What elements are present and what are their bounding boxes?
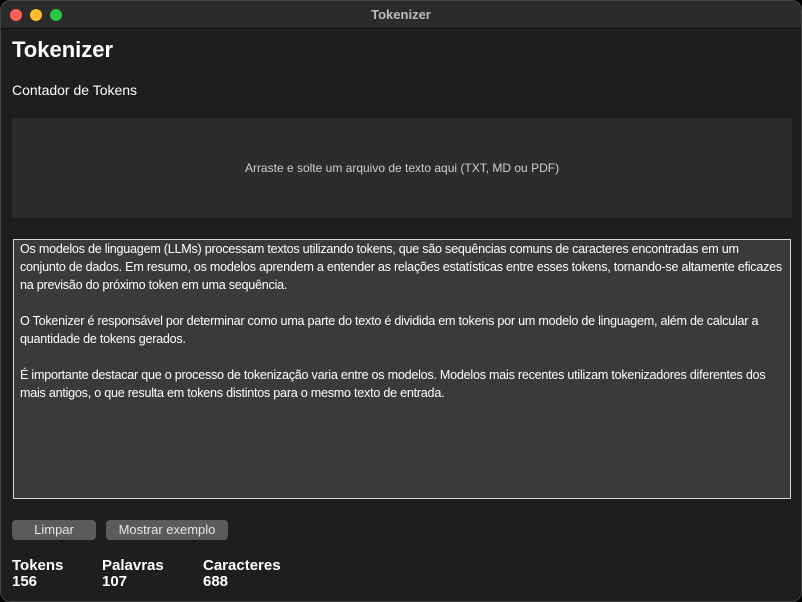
app-window: Tokenizer Tokenizer Contador de Tokens A…	[0, 0, 802, 602]
text-paragraph: É importante destacar que o processo de …	[20, 368, 766, 400]
page-subtitle: Contador de Tokens	[12, 82, 138, 98]
minimize-window-button[interactable]	[30, 9, 42, 21]
text-input-area[interactable]: Os modelos de linguagem (LLMs) processam…	[13, 239, 791, 499]
stat-value: 688	[203, 573, 229, 590]
text-paragraph: Os modelos de linguagem (LLMs) processam…	[20, 242, 782, 292]
show-example-button[interactable]: Mostrar exemplo	[106, 520, 228, 540]
close-window-button[interactable]	[10, 9, 22, 21]
stat-value: 107	[102, 573, 128, 590]
tokens-stat: Tokens 156	[12, 558, 63, 590]
clear-button[interactable]: Limpar	[12, 520, 96, 540]
characters-stat: Caracteres 688	[203, 558, 281, 590]
page-title: Tokenizer	[12, 37, 114, 62]
stat-label: Palavras	[102, 557, 164, 574]
zoom-window-button[interactable]	[50, 9, 62, 21]
stat-label: Tokens	[12, 557, 64, 574]
drop-zone-label: Arraste e solte um arquivo de texto aqui…	[244, 161, 560, 175]
words-stat: Palavras 107	[102, 558, 164, 590]
stat-label: Caracteres	[203, 557, 281, 574]
file-drop-zone[interactable]: Arraste e solte um arquivo de texto aqui…	[12, 118, 792, 218]
title-bar: Tokenizer	[1, 1, 801, 29]
stat-value: 156	[12, 573, 38, 590]
window-title: Tokenizer	[371, 7, 431, 22]
text-paragraph: O Tokenizer é responsável por determinar…	[20, 314, 759, 346]
